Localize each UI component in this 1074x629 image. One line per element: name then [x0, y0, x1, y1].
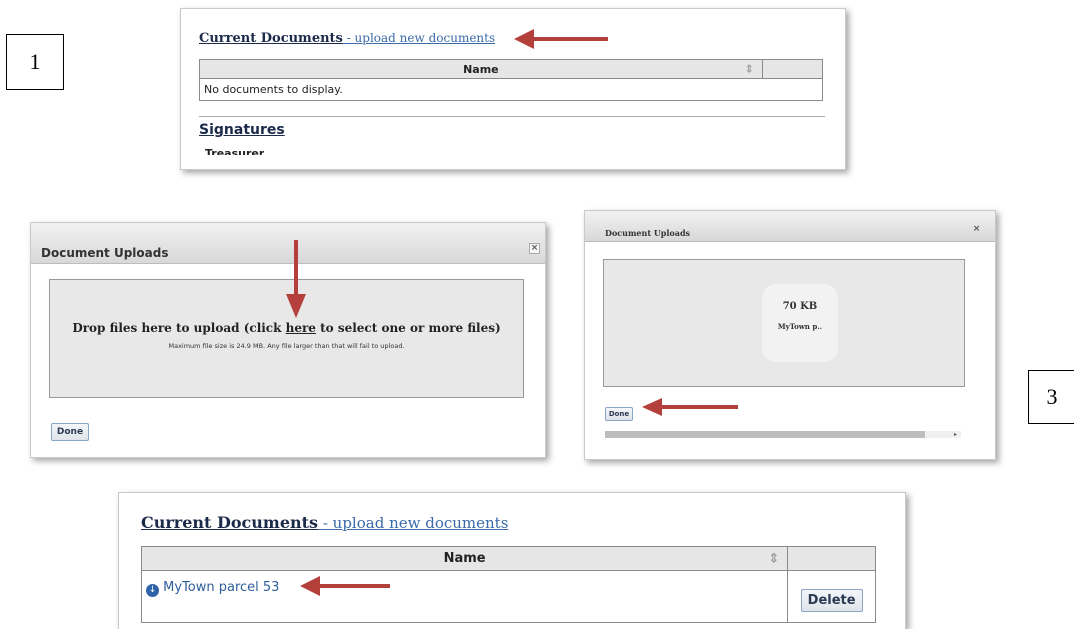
documents-table: Name ⇕ No documents to display.	[199, 59, 824, 101]
drop-text-before: Drop files here to upload (click	[72, 321, 286, 335]
arrow-annotation-here-link	[286, 240, 306, 318]
empty-row: No documents to display.	[199, 78, 823, 101]
dialog-title: Document Uploads	[605, 228, 691, 238]
done-button[interactable]: Done	[605, 407, 633, 421]
document-row: ↓ MyTown parcel 53	[140, 570, 789, 623]
current-documents-title: Current Documents	[141, 513, 319, 532]
step-label-3: 3	[1028, 370, 1074, 424]
column-header-name[interactable]: Name ⇕	[199, 59, 763, 79]
scroll-right-icon[interactable]: ▸	[954, 431, 957, 438]
close-icon[interactable]: ×	[972, 225, 981, 234]
file-name: MyTown p..	[777, 322, 823, 331]
scrollbar-thumb[interactable]	[605, 431, 925, 438]
upload-new-documents-link[interactable]: - upload new documents	[318, 514, 509, 532]
column-header-actions	[787, 546, 876, 571]
sort-icon[interactable]: ⇕	[768, 551, 779, 566]
column-header-name[interactable]: Name ⇕	[140, 546, 789, 571]
empty-message: No documents to display.	[204, 83, 343, 96]
arrow-annotation-document-link	[300, 576, 390, 596]
file-size: 70 KB	[782, 301, 818, 312]
dialog-title: Document Uploads	[41, 246, 169, 260]
actions-cell: Delete	[787, 570, 876, 623]
select-files-link[interactable]: here	[286, 321, 316, 335]
documents-table: Name ⇕ ↓ MyTown parcel 53 Delete	[140, 546, 876, 623]
horizontal-scrollbar[interactable]: ▸	[605, 431, 961, 438]
sort-icon[interactable]: ⇕	[744, 63, 753, 76]
panel-heading: Current Documents - upload new documents	[199, 31, 495, 46]
close-icon[interactable]: ×	[529, 243, 540, 254]
column-name-label: Name	[463, 62, 499, 76]
column-header-actions	[761, 59, 824, 79]
arrow-annotation-done-button	[642, 398, 738, 416]
document-link[interactable]: MyTown parcel 53	[163, 580, 279, 595]
current-documents-title: Current Documents	[199, 31, 343, 46]
max-size-note: Maximum file size is 24.9 MB. Any file l…	[168, 342, 405, 350]
drop-text-after: to select one or more files)	[315, 321, 501, 335]
step-label-1: 1	[6, 34, 64, 90]
dialog-header: Document Uploads ×	[585, 211, 995, 242]
column-name-label: Name	[443, 551, 486, 566]
signatures-heading: Signatures	[199, 122, 285, 138]
file-drop-zone[interactable]: 70 KB MyTown p..	[603, 259, 965, 387]
treasurer-label: Treasurer	[205, 147, 265, 155]
document-uploads-dialog-uploaded: Document Uploads × 70 KB MyTown p.. Done…	[584, 210, 996, 460]
done-button[interactable]: Done	[51, 423, 89, 441]
download-icon[interactable]: ↓	[146, 584, 159, 597]
arrow-annotation-upload-link	[514, 29, 608, 49]
current-documents-panel-with-file: Current Documents - upload new documents…	[118, 492, 906, 629]
delete-button[interactable]: Delete	[800, 589, 863, 612]
uploaded-file-tile[interactable]: 70 KB MyTown p..	[762, 284, 838, 362]
divider	[199, 116, 825, 117]
drop-instructions: Drop files here to upload (click here to…	[50, 321, 523, 335]
panel-heading: Current Documents - upload new documents	[141, 513, 508, 532]
upload-new-documents-link[interactable]: - upload new documents	[343, 31, 495, 45]
